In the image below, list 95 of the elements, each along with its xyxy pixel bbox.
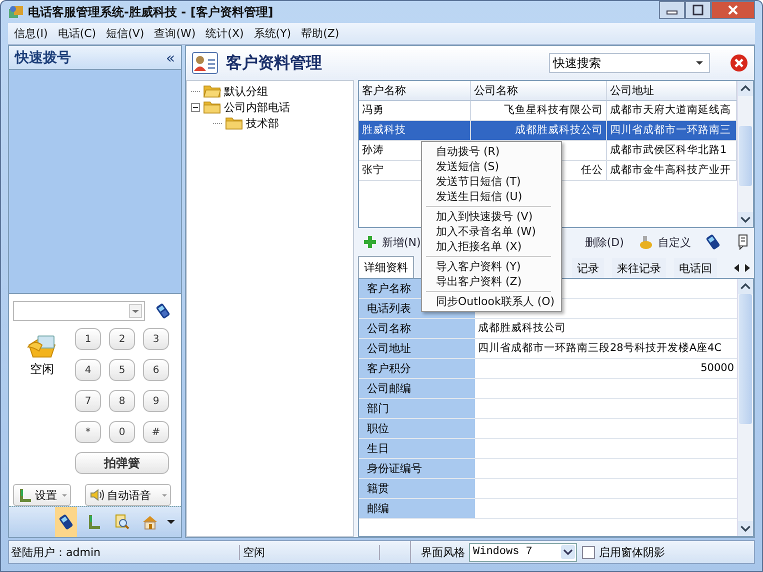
field-label: 籍贯 bbox=[359, 479, 475, 498]
app-icon bbox=[8, 4, 24, 20]
collapse-button[interactable]: « bbox=[166, 48, 175, 67]
caret-icon[interactable] bbox=[167, 520, 175, 524]
menu-item[interactable]: 帮助(Z) bbox=[301, 26, 340, 41]
auto-voice-button[interactable]: 自动语音 bbox=[85, 484, 171, 506]
menu-item[interactable]: 电话(C) bbox=[58, 26, 96, 41]
dial-key[interactable]: * bbox=[75, 421, 101, 443]
settings-button[interactable]: 设置 bbox=[13, 484, 71, 506]
window-title: 电话客服管理系统-胜威科技 - [客户资料管理] bbox=[28, 4, 274, 20]
collapse-icon[interactable] bbox=[191, 102, 200, 112]
table-cell: 飞鱼星科技有限公司 bbox=[471, 101, 607, 120]
home-icon[interactable] bbox=[142, 514, 158, 530]
tree-item[interactable]: 公司内部电话 bbox=[224, 100, 290, 114]
field-label: 公司邮编 bbox=[359, 379, 475, 398]
add-button[interactable]: 新增(N) bbox=[362, 234, 421, 250]
phone-tool-icon[interactable] bbox=[58, 514, 74, 530]
joystick-icon bbox=[638, 234, 654, 250]
line-status: 空闲 bbox=[30, 361, 54, 378]
line-state: 空闲 bbox=[240, 544, 380, 560]
dial-key[interactable]: 3 bbox=[143, 328, 169, 350]
table-cell: 冯勇 bbox=[359, 101, 471, 120]
dial-key[interactable]: 6 bbox=[143, 359, 169, 381]
customize-button[interactable]: 自定义 bbox=[638, 234, 691, 250]
menu-item[interactable]: 统计(X) bbox=[206, 26, 244, 41]
scrollbar[interactable] bbox=[737, 81, 753, 227]
style-dropdown[interactable]: Windows 7 bbox=[469, 542, 577, 562]
panel-title: 快速拨号 bbox=[15, 48, 71, 67]
quick-search-dropdown[interactable]: 快速搜索 bbox=[549, 53, 710, 73]
column-header[interactable]: 公司名称 bbox=[471, 81, 607, 100]
style-label: 界面风格 bbox=[420, 544, 466, 560]
delete-button[interactable]: 删除(D) bbox=[584, 234, 624, 250]
maximize-icon[interactable] bbox=[685, 1, 711, 19]
dial-key[interactable]: 1 bbox=[75, 328, 101, 350]
dial-key[interactable]: 4 bbox=[75, 359, 101, 381]
contact-card-icon bbox=[192, 52, 218, 74]
scroll-up-icon[interactable] bbox=[738, 81, 753, 96]
tab-scroll-arrows-icon[interactable] bbox=[732, 263, 752, 273]
menu-item[interactable]: 查询(W) bbox=[154, 26, 196, 41]
column-header[interactable]: 客户名称 bbox=[359, 81, 471, 100]
field-label: 邮编 bbox=[359, 499, 475, 518]
dial-key[interactable]: 2 bbox=[109, 328, 135, 350]
menu-item[interactable]: 短信(V) bbox=[106, 26, 144, 41]
menu-item[interactable]: 系统(Y) bbox=[254, 26, 292, 41]
number-field[interactable] bbox=[13, 301, 145, 321]
speaker-icon bbox=[89, 487, 105, 503]
context-menu-item[interactable]: 发送生日短信 (U) bbox=[422, 189, 555, 204]
dial-key[interactable]: 7 bbox=[75, 390, 101, 412]
folder-icon bbox=[225, 116, 243, 130]
field-label: 生日 bbox=[359, 439, 475, 458]
open-folder-icon bbox=[203, 84, 221, 98]
caret-icon bbox=[162, 494, 167, 496]
context-menu-item[interactable]: 导入客户资料 (Y) bbox=[422, 259, 555, 274]
scroll-down-icon[interactable] bbox=[738, 212, 753, 227]
field-value[interactable]: 四川省成都市一环路南三段28号科技开发楼A座4C bbox=[475, 339, 737, 358]
field-value[interactable]: 50000 bbox=[475, 359, 737, 378]
tab[interactable]: 详细资料 bbox=[358, 256, 414, 278]
context-menu-item[interactable]: 加入拒接名单 (X) bbox=[422, 239, 555, 254]
context-menu-item[interactable]: 加入到快速拨号 (V) bbox=[422, 209, 555, 224]
page-title: 客户资料管理 bbox=[226, 52, 322, 74]
field-value[interactable]: 成都胜威科技公司 bbox=[475, 319, 737, 338]
tab[interactable]: 记录 bbox=[572, 258, 604, 278]
scroll-down-icon[interactable] bbox=[738, 521, 753, 536]
scrollbar[interactable] bbox=[737, 279, 753, 536]
dial-key[interactable]: 8 bbox=[109, 390, 135, 412]
field-label: 部门 bbox=[359, 399, 475, 418]
dial-key[interactable]: 9 bbox=[143, 390, 169, 412]
caret-icon bbox=[696, 61, 703, 65]
logged-in-user: 登陆用户：admin bbox=[9, 544, 240, 560]
dial-key[interactable]: # bbox=[143, 421, 169, 443]
field-label: 身份证编号 bbox=[359, 459, 475, 478]
plus-icon bbox=[362, 234, 378, 250]
tree-item[interactable]: 默认分组 bbox=[224, 84, 268, 98]
tab[interactable]: 来往记录 bbox=[612, 258, 666, 278]
table-cell: 胜威科技 bbox=[359, 121, 471, 140]
table-cell: 成都胜威科技公司 bbox=[471, 121, 607, 140]
minimize-icon[interactable] bbox=[659, 1, 685, 19]
folder-icon bbox=[203, 100, 221, 114]
dial-key[interactable]: 5 bbox=[109, 359, 135, 381]
tab[interactable]: 电话回 bbox=[674, 258, 717, 278]
search-icon[interactable] bbox=[114, 514, 130, 530]
field-label: 客户积分 bbox=[359, 359, 475, 378]
dial-key[interactable]: 0 bbox=[109, 421, 135, 443]
field-label: 职位 bbox=[359, 419, 475, 438]
close-icon[interactable] bbox=[730, 54, 748, 72]
tree-item[interactable]: 技术部 bbox=[246, 116, 279, 130]
scroll-up-icon[interactable] bbox=[738, 279, 753, 294]
close-icon[interactable] bbox=[711, 1, 755, 19]
field-label: 公司名称 bbox=[359, 319, 475, 338]
caret-icon bbox=[62, 494, 67, 496]
shadow-checkbox[interactable]: 启用窗体阴影 bbox=[582, 544, 665, 560]
menu-item[interactable]: 信息(I) bbox=[14, 26, 48, 41]
flash-button[interactable]: 拍弹簧 bbox=[75, 452, 169, 474]
field-label: 公司地址 bbox=[359, 339, 475, 358]
context-menu-item[interactable]: 加入不录音名单 (W) bbox=[422, 224, 555, 239]
